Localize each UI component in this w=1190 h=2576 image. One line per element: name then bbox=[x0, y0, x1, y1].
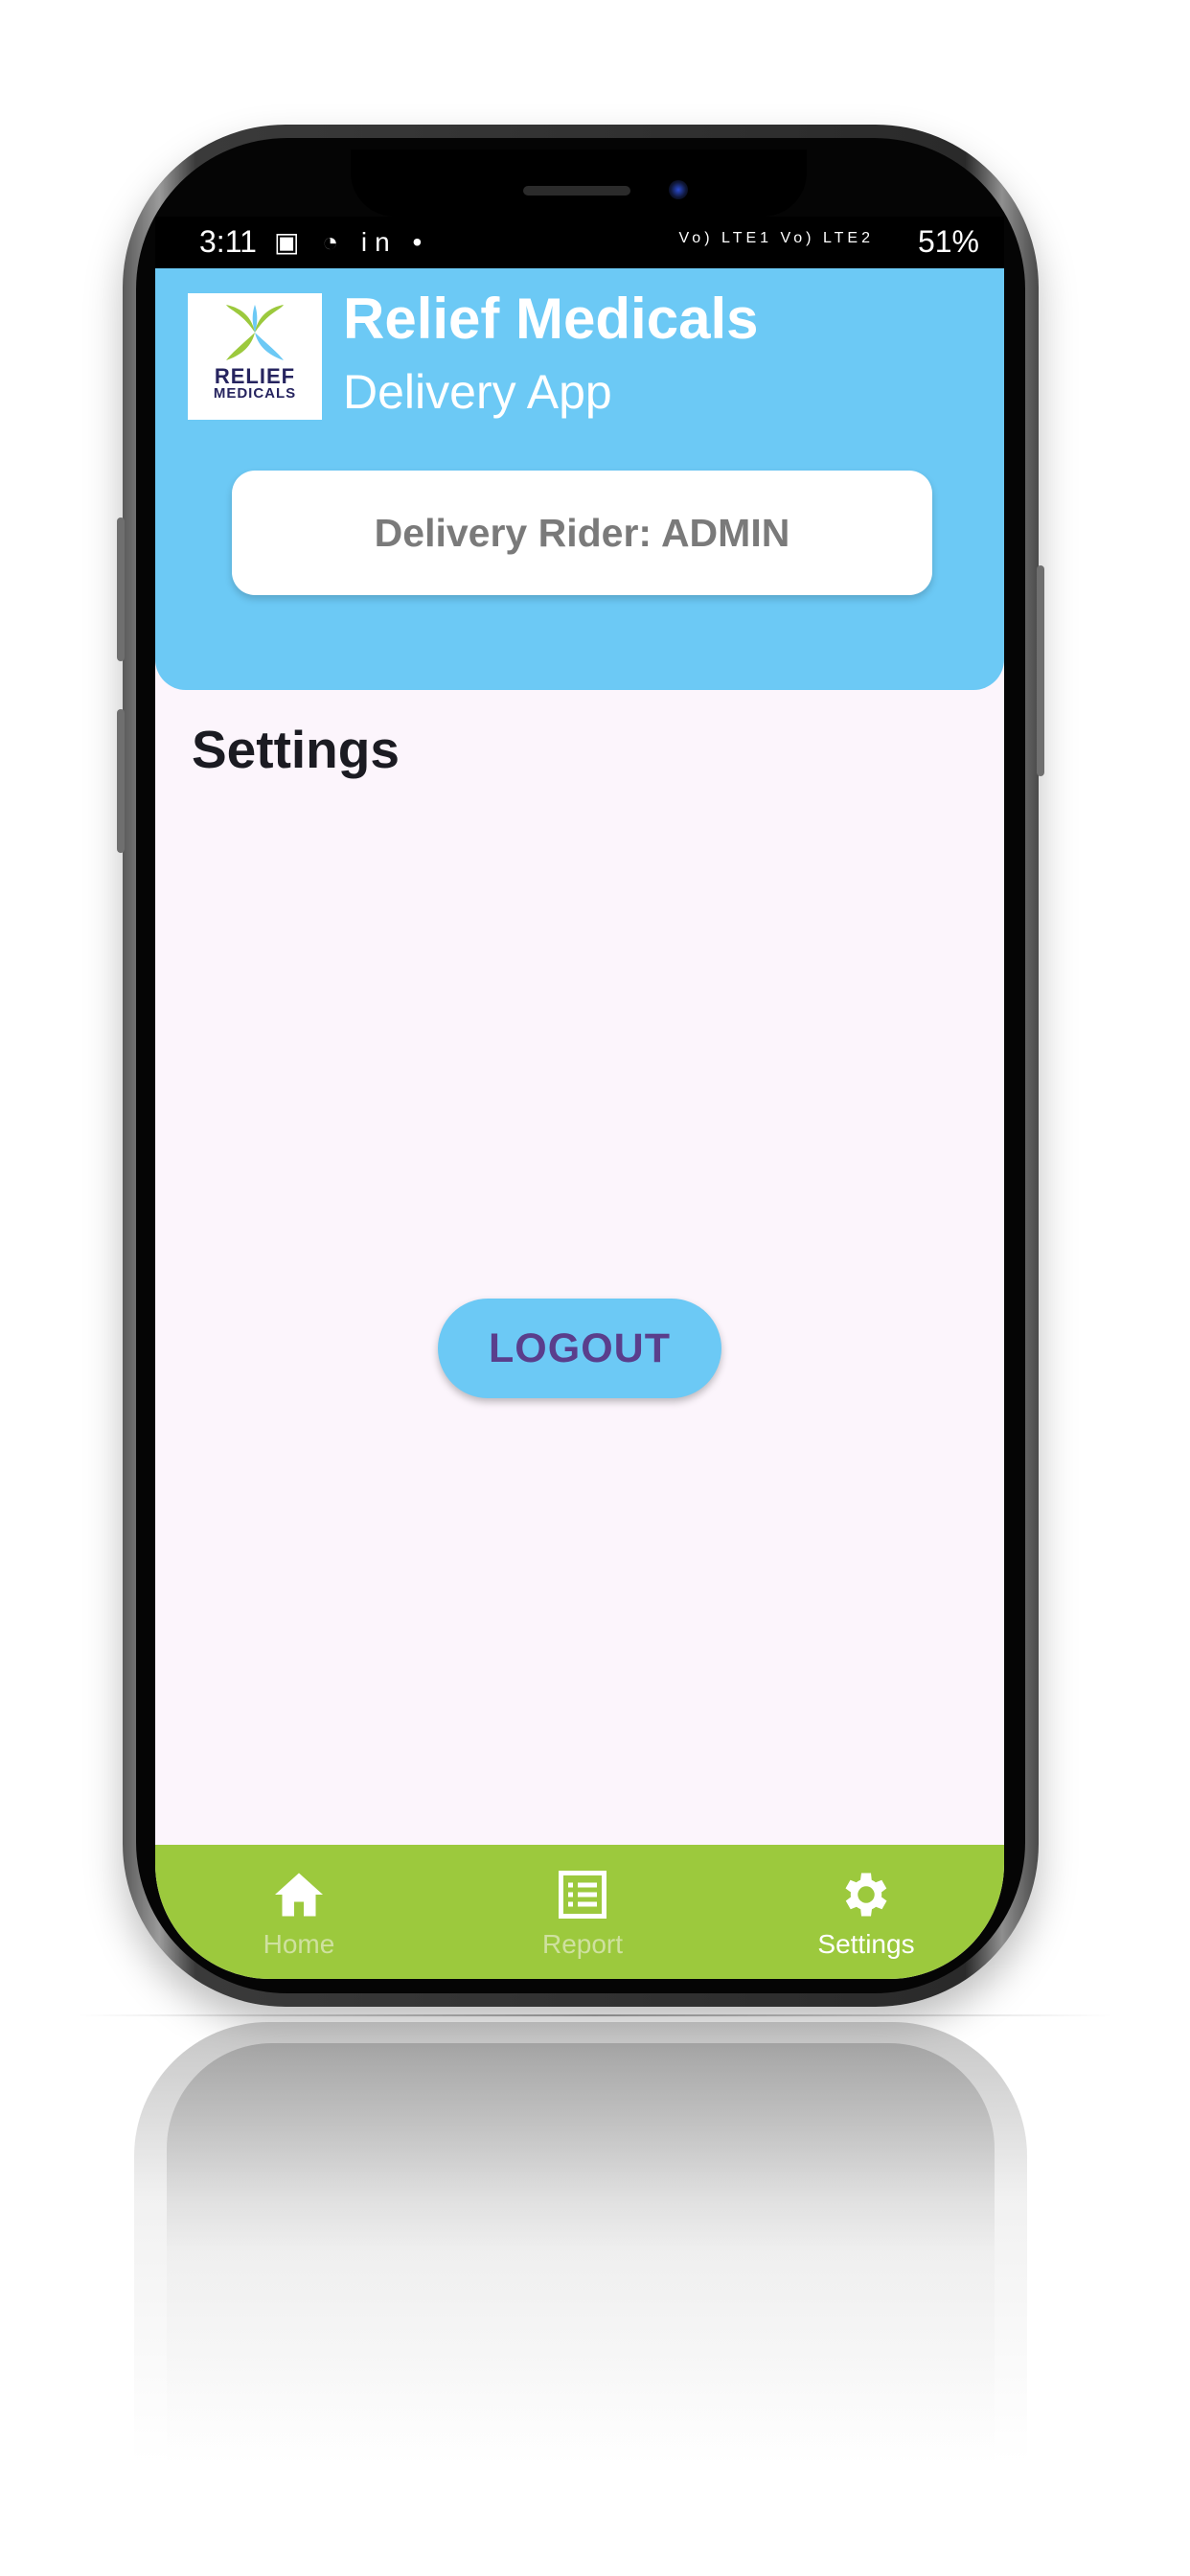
battery-level: 51% bbox=[917, 224, 979, 259]
logo-leaf-icon bbox=[226, 305, 284, 360]
phone-reflection bbox=[134, 2022, 1027, 2463]
list-icon bbox=[559, 1871, 606, 1919]
logo-text-medicals: MEDICALS bbox=[213, 385, 297, 402]
volume-down-button bbox=[117, 709, 125, 853]
nav-label-settings: Settings bbox=[817, 1929, 915, 1959]
nav-item-home[interactable]: Home bbox=[203, 1845, 395, 1979]
status-bar: 3:11 ▣ ◔ in • Vo) LTE1 Vo) LTE2 51% bbox=[155, 217, 1004, 268]
app-header: RELIEF MEDICALS Relief Medicals Delivery… bbox=[155, 268, 1004, 690]
earpiece-speaker bbox=[523, 186, 630, 196]
app-screen: RELIEF MEDICALS Relief Medicals Delivery… bbox=[155, 268, 1004, 1979]
page-title: Settings bbox=[192, 720, 400, 779]
gear-icon bbox=[845, 1873, 887, 1917]
signal-indicators: Vo) LTE1 Vo) LTE2 bbox=[678, 230, 874, 246]
app-subtitle: Delivery App bbox=[343, 365, 612, 419]
notification-icons: ▣ ◔ in • bbox=[274, 227, 430, 257]
volume-up-button bbox=[117, 518, 125, 661]
relief-medicals-logo: RELIEF MEDICALS bbox=[188, 293, 322, 420]
nav-item-report[interactable]: Report bbox=[487, 1845, 678, 1979]
app-title: Relief Medicals bbox=[343, 287, 759, 351]
front-camera bbox=[669, 180, 688, 199]
phone-reflection-screen bbox=[167, 2043, 995, 2463]
phone-notch bbox=[351, 150, 807, 217]
power-button bbox=[1037, 565, 1044, 776]
delivery-rider-card: Delivery Rider: ADMIN bbox=[232, 471, 932, 595]
nav-item-settings[interactable]: Settings bbox=[770, 1845, 962, 1979]
logout-button[interactable]: LOGOUT bbox=[438, 1299, 721, 1398]
home-icon bbox=[275, 1873, 323, 1917]
floor-shadow bbox=[77, 2014, 1113, 2016]
bottom-navigation: Home Report Settings bbox=[155, 1845, 1004, 1979]
nav-label-report: Report bbox=[541, 1929, 624, 1959]
status-time: 3:11 bbox=[199, 224, 257, 259]
nav-label-home: Home bbox=[263, 1929, 335, 1959]
